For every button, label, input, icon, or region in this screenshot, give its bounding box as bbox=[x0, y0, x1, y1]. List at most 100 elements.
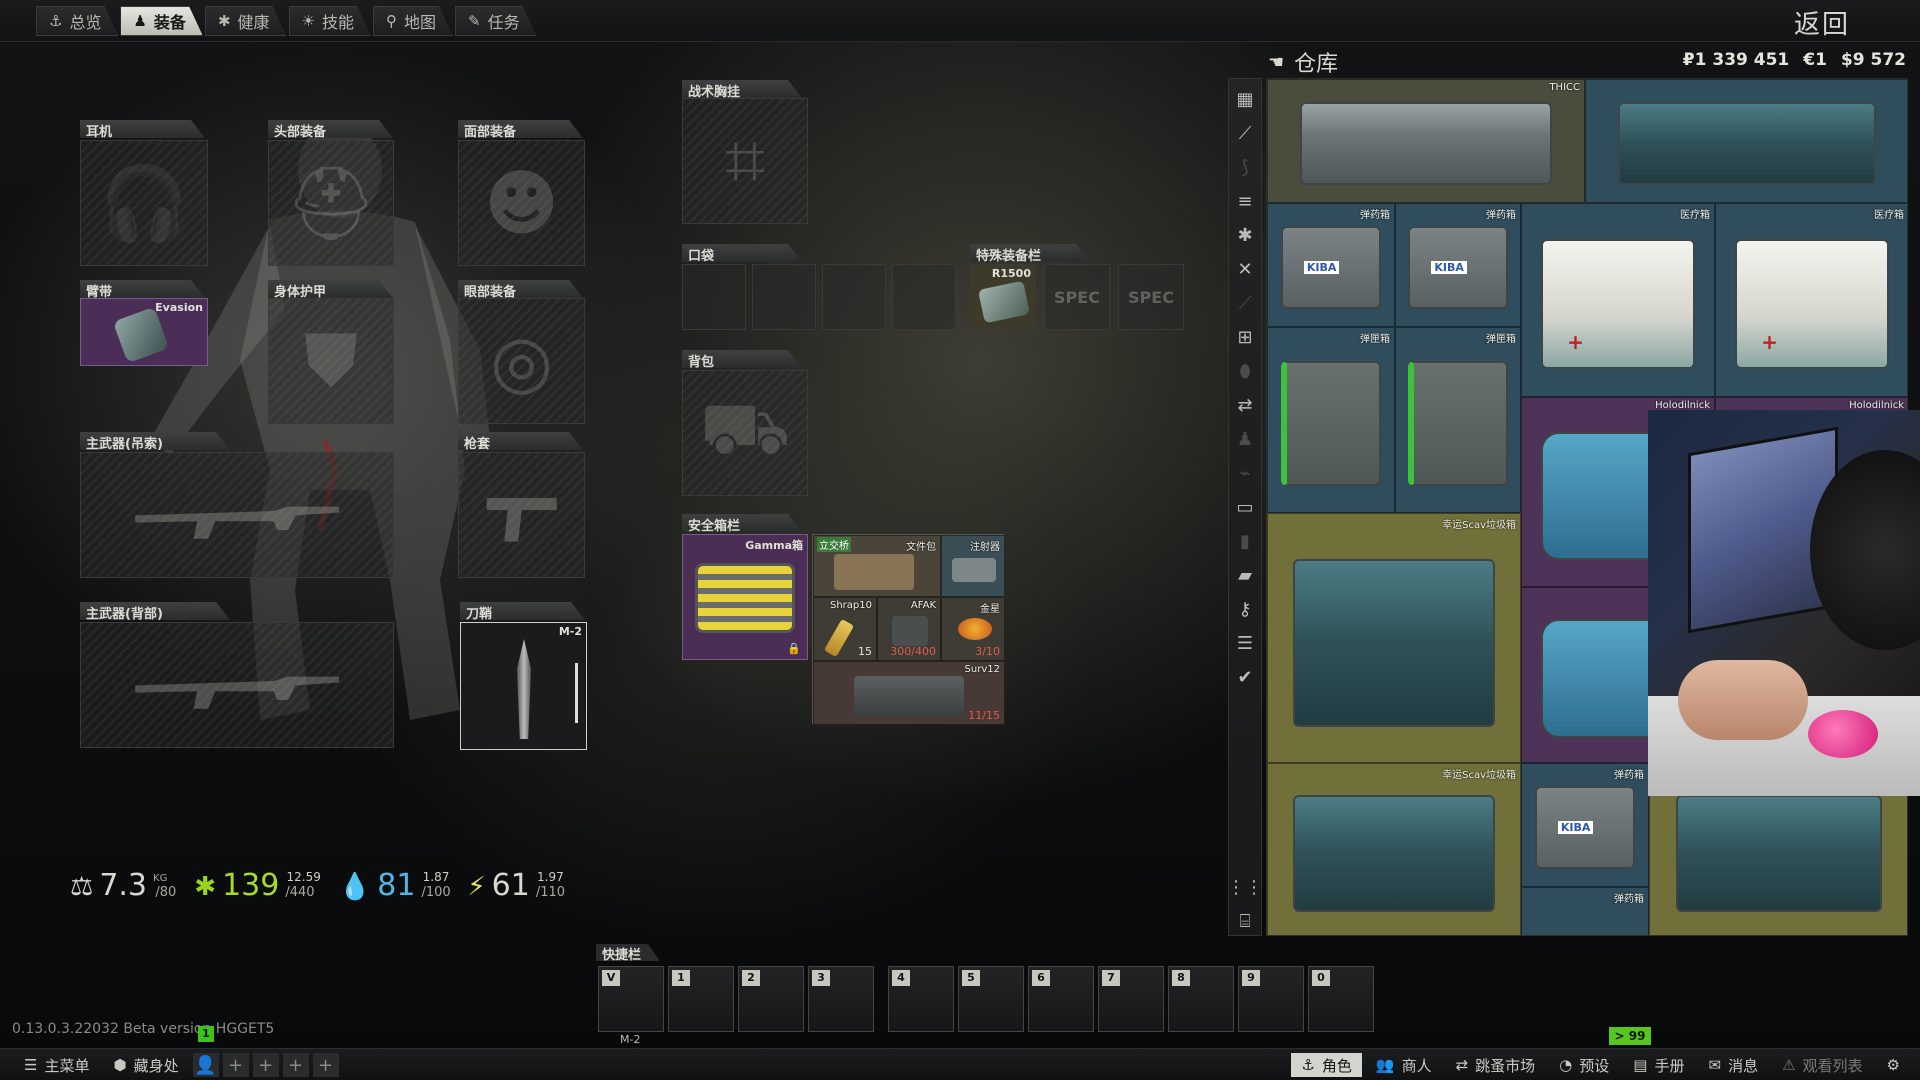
container-item-injector-case[interactable]: 注射器 bbox=[941, 535, 1005, 597]
filter-weapons-icon[interactable]: ⟋ bbox=[1230, 119, 1260, 147]
tab-map[interactable]: ⚲ 地图 bbox=[373, 6, 453, 36]
back-button[interactable]: 返回 bbox=[1794, 4, 1850, 41]
tab-skills[interactable]: ☀ 技能 bbox=[289, 6, 371, 36]
presets-button[interactable]: ◔ 预设 bbox=[1549, 1053, 1619, 1077]
pocket-slot[interactable] bbox=[682, 264, 746, 330]
filter-grenade-icon[interactable]: ⬮ bbox=[1230, 357, 1260, 385]
backpack-slot[interactable]: ⛟ bbox=[682, 370, 808, 496]
add-friend-button[interactable]: + bbox=[312, 1053, 339, 1077]
settings-button[interactable]: ⚙ bbox=[1877, 1053, 1910, 1077]
quickbar-slot-0[interactable]: 0 bbox=[1308, 966, 1374, 1032]
special-slot[interactable]: SPEC bbox=[1044, 264, 1110, 330]
stash-item-medcase[interactable]: 医疗箱 + bbox=[1521, 203, 1715, 397]
filter-keys-icon[interactable]: ⚷ bbox=[1230, 595, 1260, 623]
holster-slot[interactable] bbox=[458, 452, 585, 578]
filter-barter-icon[interactable]: ⇄ bbox=[1230, 391, 1260, 419]
primary-sling-slot[interactable] bbox=[80, 452, 394, 578]
container-item-document-case[interactable]: 立交桥 文件包 bbox=[813, 535, 941, 597]
quickbar-slot-5[interactable]: 5 bbox=[958, 966, 1024, 1032]
stash-item-ammo-case[interactable]: 弹药箱 KIBA bbox=[1521, 763, 1649, 887]
container-item-shrap[interactable]: Shrap10 15 bbox=[813, 597, 877, 661]
stash-item-scav-junkbox[interactable]: 幸运Scav垃圾箱 bbox=[1267, 763, 1521, 935]
quickbar-slot-v[interactable]: V bbox=[598, 966, 664, 1032]
add-friend-button[interactable]: + bbox=[222, 1053, 249, 1077]
filter-plus-icon[interactable]: ⊞ bbox=[1230, 323, 1260, 351]
tactical-rig-slot[interactable]: ⌗ bbox=[682, 98, 808, 224]
container-item-surv12[interactable]: Surv12 11/15 bbox=[813, 661, 1005, 725]
filter-all-icon[interactable]: ▦ bbox=[1230, 85, 1260, 113]
container-item-afak[interactable]: AFAK 300/400 bbox=[877, 597, 941, 661]
stash-item-medcase[interactable]: 医疗箱 + bbox=[1715, 203, 1907, 397]
headwear-slot[interactable]: ⛑ bbox=[268, 140, 394, 266]
slot-label-headwear: 头部装备 bbox=[268, 120, 393, 138]
slot-label-body-armor: 身体护甲 bbox=[268, 280, 393, 298]
main-menu-button[interactable]: ☰ 主菜单 bbox=[14, 1053, 99, 1077]
armband-slot[interactable]: Evasion bbox=[80, 298, 208, 366]
stash-item-magazine-case[interactable]: 弹匣箱 bbox=[1395, 327, 1521, 513]
warning-icon: ⚠ bbox=[1782, 1056, 1796, 1074]
character-button[interactable]: ⚓ 角色 bbox=[1291, 1053, 1362, 1077]
primary-back-slot[interactable] bbox=[80, 622, 394, 748]
quickbar-slot-2[interactable]: 2 bbox=[738, 966, 804, 1032]
sort-icon[interactable]: ⌸ bbox=[1230, 907, 1260, 935]
earpiece-slot[interactable]: 🎧 bbox=[80, 140, 208, 266]
quickbar-slot-6[interactable]: 6 bbox=[1028, 966, 1094, 1032]
tab-health[interactable]: ✱ 健康 bbox=[205, 6, 287, 36]
quickbar-slot-8[interactable]: 8 bbox=[1168, 966, 1234, 1032]
tab-overview[interactable]: ⚓ 总览 bbox=[36, 6, 118, 36]
filter-quest-icon[interactable]: ✔ bbox=[1230, 663, 1260, 691]
stash-item-ammo-case[interactable]: 弹药箱 bbox=[1521, 887, 1649, 935]
stash-item-case[interactable] bbox=[1585, 79, 1907, 203]
filter-melee-icon[interactable]: ⟆ bbox=[1230, 153, 1260, 181]
scabbard-slot[interactable]: M-2 bbox=[460, 622, 587, 750]
body-armor-slot[interactable]: ⛊ bbox=[268, 298, 394, 424]
pocket-slot[interactable] bbox=[892, 264, 956, 330]
hideout-button[interactable]: ⬢ 藏身处 bbox=[103, 1053, 188, 1077]
special-slot[interactable]: R1500 bbox=[970, 264, 1036, 330]
container-item-golden-star[interactable]: 金星 3/10 bbox=[941, 597, 1005, 661]
secure-container-slot[interactable]: Gamma箱 🔒 bbox=[682, 534, 808, 660]
watchlist-button[interactable]: ⚠ 观看列表 bbox=[1772, 1053, 1872, 1077]
tab-gear[interactable]: ♟ 装备 bbox=[120, 6, 202, 36]
special-slot[interactable]: SPEC bbox=[1118, 264, 1184, 330]
quickbar-slot-3[interactable]: 3 bbox=[808, 966, 874, 1032]
flea-market-button[interactable]: ⇄ 跳蚤市场 bbox=[1446, 1053, 1546, 1077]
quickbar-slot-1[interactable]: 1 bbox=[668, 966, 734, 1032]
filter-knife-icon[interactable]: ⟋ bbox=[1230, 289, 1260, 317]
quickbar-slot-7[interactable]: 7 bbox=[1098, 966, 1164, 1032]
stash-item-thicc[interactable]: THICC bbox=[1267, 79, 1585, 203]
filter-medical-icon[interactable]: ✱ bbox=[1230, 221, 1260, 249]
item-name: 弹药箱 bbox=[1614, 894, 1644, 905]
filter-ammo-icon[interactable]: ≡ bbox=[1230, 187, 1260, 215]
stash-item-scav-junkbox[interactable]: 幸运Scav垃圾箱 bbox=[1267, 513, 1521, 763]
filter-info-icon[interactable]: ▰ bbox=[1230, 561, 1260, 589]
profile-icon[interactable]: 👤 bbox=[192, 1053, 219, 1077]
filter-containers-icon[interactable]: ▭ bbox=[1230, 493, 1260, 521]
quickbar-slot-4[interactable]: 4 bbox=[888, 966, 954, 1032]
filter-docs-icon[interactable]: ☰ bbox=[1230, 629, 1260, 657]
stash-item-ammo-case[interactable]: 弹药箱 KIBA bbox=[1395, 203, 1521, 327]
eyewear-slot[interactable]: ◎ bbox=[458, 298, 585, 424]
sort-grid-icon[interactable]: ⋮⋮ bbox=[1227, 873, 1263, 901]
traders-button[interactable]: 👥 商人 bbox=[1366, 1053, 1442, 1077]
filter-food-icon[interactable]: ▮ bbox=[1230, 527, 1260, 555]
filter-tools-icon[interactable]: ✕ bbox=[1230, 255, 1260, 283]
filter-rig-icon[interactable]: ⌁ bbox=[1230, 459, 1260, 487]
stash-item-magazine-case[interactable]: 弹匣箱 bbox=[1267, 327, 1395, 513]
balaclava-icon: ☻ bbox=[483, 161, 560, 245]
tab-tasks[interactable]: ✎ 任务 bbox=[455, 6, 537, 36]
facecover-slot[interactable]: ☻ bbox=[458, 140, 585, 266]
hydration-value: 81 bbox=[377, 868, 416, 903]
pocket-slot[interactable] bbox=[752, 264, 816, 330]
handbook-button[interactable]: ▤ 手册 bbox=[1623, 1053, 1694, 1077]
button-label: 藏身处 bbox=[133, 1056, 179, 1075]
stash-item-ammo-case[interactable]: 弹药箱 KIBA bbox=[1267, 203, 1395, 327]
messages-button[interactable]: ✉ 消息 bbox=[1698, 1053, 1768, 1077]
add-friend-button[interactable]: + bbox=[282, 1053, 309, 1077]
pocket-slot[interactable] bbox=[822, 264, 886, 330]
item-name: 弹药箱 bbox=[1486, 210, 1516, 221]
quickbar-slot-9[interactable]: 9 bbox=[1238, 966, 1304, 1032]
add-friend-button[interactable]: + bbox=[252, 1053, 279, 1077]
item-name: 弹药箱 bbox=[1360, 210, 1390, 221]
filter-gear-icon[interactable]: ♟ bbox=[1230, 425, 1260, 453]
